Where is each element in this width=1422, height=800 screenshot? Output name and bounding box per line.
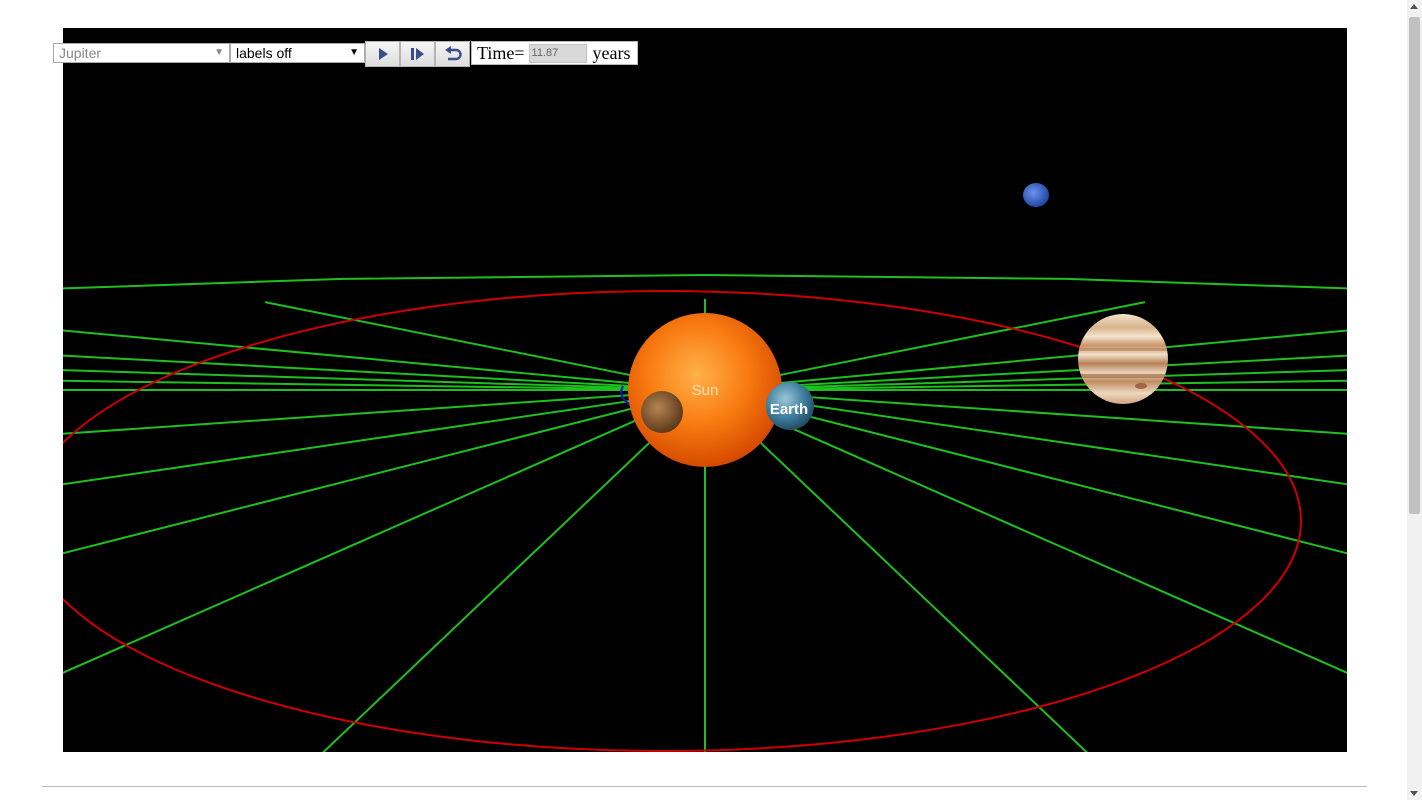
earth-planet[interactable]: Earth — [766, 382, 814, 430]
grid-spoke — [704, 389, 1347, 674]
labels-select[interactable]: labels off ▼ — [230, 43, 365, 63]
neptune-planet[interactable] — [1023, 183, 1049, 207]
grid-spoke — [63, 369, 706, 391]
grid-spoke — [704, 369, 1347, 391]
control-bar: Jupiter ▼ labels off ▼ Time= 11.87 years — [53, 40, 638, 67]
dropdown-arrow-icon: ▼ — [214, 47, 224, 58]
time-value-field[interactable]: 11.87 — [528, 43, 587, 63]
divider — [42, 786, 1367, 787]
step-forward-icon — [410, 48, 424, 60]
solar-system-scene[interactable]: Sun Earth — [63, 28, 1347, 752]
time-display: Time= 11.87 years — [471, 41, 638, 65]
step-forward-button[interactable] — [400, 41, 435, 67]
sun-label: Sun — [692, 382, 719, 399]
grid-spoke — [63, 389, 706, 555]
reset-button[interactable] — [435, 41, 470, 67]
grid-spoke — [704, 329, 1347, 391]
scroll-up-icon[interactable] — [1410, 4, 1418, 9]
scroll-thumb[interactable] — [1409, 17, 1420, 514]
play-icon — [378, 48, 388, 60]
time-label: Time= — [477, 42, 525, 63]
grid-spoke — [704, 389, 1347, 555]
scroll-down-icon[interactable] — [1410, 791, 1418, 796]
grid-spoke — [63, 389, 706, 674]
page-scrollbar[interactable] — [1407, 0, 1422, 800]
play-button[interactable] — [365, 41, 400, 67]
grid-spoke — [63, 389, 706, 435]
mercury-planet[interactable] — [641, 391, 683, 433]
reset-icon — [444, 46, 462, 61]
simulation-viewport[interactable]: Sun Earth — [63, 28, 1347, 752]
dropdown-arrow-icon: ▼ — [349, 47, 359, 58]
planet-select[interactable]: Jupiter ▼ — [53, 43, 230, 63]
grid-spoke — [63, 329, 706, 391]
earth-label: Earth — [770, 401, 808, 418]
labels-select-value: labels off — [236, 45, 292, 61]
sun-body[interactable]: Sun — [628, 313, 782, 467]
jupiter-planet[interactable] — [1078, 314, 1168, 404]
grid-spoke — [63, 389, 706, 486]
time-unit-label: years — [592, 42, 631, 63]
planet-select-value: Jupiter — [59, 45, 102, 61]
